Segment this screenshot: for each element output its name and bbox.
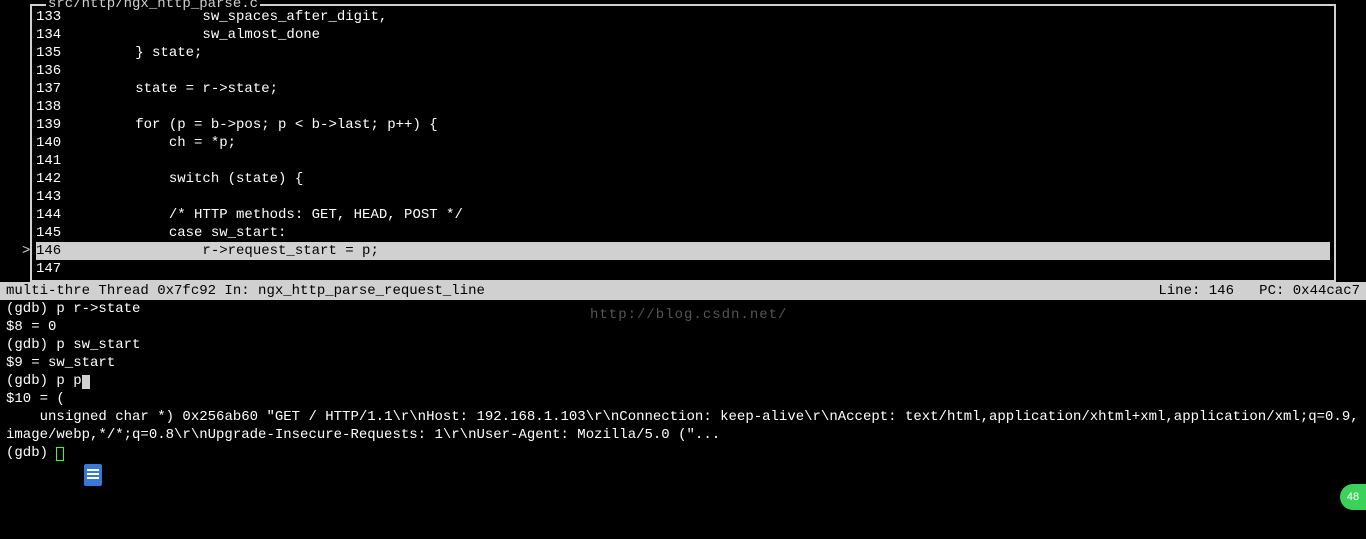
line-text: /* HTTP methods: GET, HEAD, POST */: [68, 206, 1330, 224]
source-line[interactable]: 138: [36, 98, 1330, 116]
line-number: 146: [36, 242, 68, 260]
document-icon: [84, 464, 102, 486]
gdb-text: unsigned char *) 0x256ab60 "GET / HTTP/1…: [6, 409, 1359, 443]
edit-caret: [82, 375, 90, 389]
source-line[interactable]: 139 for (p = b->pos; p < b->last; p++) {: [36, 116, 1330, 134]
source-body[interactable]: 133 sw_spaces_after_digit,134 sw_almost_…: [32, 6, 1334, 280]
gdb-text: (gdb) p r->state: [6, 301, 140, 317]
line-number: 138: [36, 98, 68, 116]
gdb-text: (gdb) p p: [6, 373, 82, 389]
gdb-text: (gdb): [6, 445, 56, 461]
source-line[interactable]: 145 case sw_start:: [36, 224, 1330, 242]
gdb-line: (gdb) p sw_start: [6, 336, 1360, 354]
source-line[interactable]: 144 /* HTTP methods: GET, HEAD, POST */: [36, 206, 1330, 224]
source-line[interactable]: 136: [36, 62, 1330, 80]
line-text: ch = *p;: [68, 134, 1330, 152]
source-line[interactable]: 137 state = r->state;: [36, 80, 1330, 98]
prompt-cursor[interactable]: [56, 447, 64, 461]
source-line[interactable]: 147: [36, 260, 1330, 278]
float-badge[interactable]: 48: [1340, 484, 1366, 510]
line-number: 136: [36, 62, 68, 80]
source-line[interactable]: 143: [36, 188, 1330, 206]
line-number: 134: [36, 26, 68, 44]
gdb-console[interactable]: (gdb) p r->state $8 = 0 (gdb) p sw_start $9…: [0, 300, 1366, 462]
line-text: [68, 98, 1330, 116]
status-left: multi-thre Thread 0x7fc92 In: ngx_http_p…: [6, 282, 485, 300]
line-number: 137: [36, 80, 68, 98]
line-number: 143: [36, 188, 68, 206]
source-line[interactable]: 140 ch = *p;: [36, 134, 1330, 152]
line-text: case sw_start:: [68, 224, 1330, 242]
gdb-line: (gdb): [6, 444, 1360, 462]
line-text: [68, 260, 1330, 278]
line-number: 139: [36, 116, 68, 134]
gdb-line: (gdb) p p: [6, 372, 1360, 390]
line-number: 145: [36, 224, 68, 242]
source-line[interactable]: 141: [36, 152, 1330, 170]
line-text: [68, 62, 1330, 80]
gdb-line: $8 = 0: [6, 318, 1360, 336]
line-text: } state;: [68, 44, 1330, 62]
line-number: 144: [36, 206, 68, 224]
line-number: 141: [36, 152, 68, 170]
line-text: r->request_start = p;: [68, 242, 1330, 260]
source-panel: src/http/ngx_http_parse.c 133 sw_spaces_…: [30, 4, 1336, 282]
source-line[interactable]: 133 sw_spaces_after_digit,: [36, 8, 1330, 26]
line-number: 133: [36, 8, 68, 26]
line-number: 142: [36, 170, 68, 188]
source-line[interactable]: 134 sw_almost_done: [36, 26, 1330, 44]
gdb-text: $8 = 0: [6, 319, 56, 335]
line-text: [68, 152, 1330, 170]
line-text: [68, 188, 1330, 206]
line-text: sw_spaces_after_digit,: [68, 8, 1330, 26]
line-text: switch (state) {: [68, 170, 1330, 188]
line-text: sw_almost_done: [68, 26, 1330, 44]
line-number: 135: [36, 44, 68, 62]
source-line[interactable]: 142 switch (state) {: [36, 170, 1330, 188]
gdb-line: unsigned char *) 0x256ab60 "GET / HTTP/1…: [6, 408, 1360, 444]
status-right: Line: 146 PC: 0x44cac7: [1158, 282, 1360, 300]
gdb-text: (gdb) p sw_start: [6, 337, 140, 353]
gdb-line: $10 = (: [6, 390, 1360, 408]
source-line-current[interactable]: >146 r->request_start = p;: [36, 242, 1330, 260]
current-line-marker: >: [22, 242, 30, 260]
gdb-line: (gdb) p r->state: [6, 300, 1360, 318]
gdb-text: $9 = sw_start: [6, 355, 115, 371]
line-text: state = r->state;: [68, 80, 1330, 98]
line-number: 140: [36, 134, 68, 152]
status-bar: multi-thre Thread 0x7fc92 In: ngx_http_p…: [0, 282, 1366, 300]
line-text: for (p = b->pos; p < b->last; p++) {: [68, 116, 1330, 134]
source-line[interactable]: 135 } state;: [36, 44, 1330, 62]
gdb-text: $10 = (: [6, 391, 65, 407]
line-number: 147: [36, 260, 68, 278]
gdb-line: $9 = sw_start: [6, 354, 1360, 372]
